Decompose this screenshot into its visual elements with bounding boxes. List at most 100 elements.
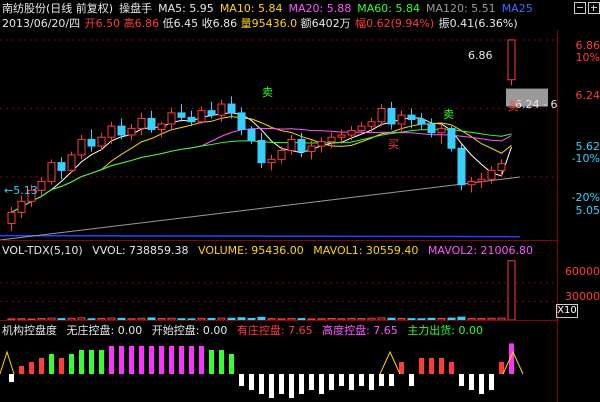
volume-panel-divider	[0, 320, 557, 321]
candle-body	[107, 125, 116, 138]
candle-body	[67, 154, 76, 171]
volume-bar	[237, 317, 246, 320]
mavol2-value: MAVOL2: 21006.80	[427, 244, 534, 257]
price-panel-divider	[0, 240, 557, 241]
volume-bar	[17, 318, 26, 320]
indicator-title: 机构控盘度	[2, 324, 57, 337]
candle-body	[77, 138, 86, 156]
candle-body	[357, 125, 366, 132]
stock-name[interactable]: 南纺股份(日线 前复权)	[2, 2, 113, 15]
volume-bar	[117, 317, 126, 320]
axis-pct-1: 10%	[575, 51, 600, 64]
indicator-bar	[139, 346, 144, 374]
buy-signal-1: 买	[388, 138, 399, 151]
candle-body	[207, 110, 216, 116]
indicator-bar	[99, 350, 104, 374]
indicator-bar	[399, 362, 404, 374]
low-value: 低6.45	[162, 17, 199, 30]
candle-body	[327, 136, 336, 143]
indicator-bar	[469, 374, 474, 390]
candle-body	[387, 107, 396, 125]
x10-button[interactable]: X10	[556, 304, 578, 318]
indicator-bar	[249, 374, 254, 390]
indicator-bar	[359, 374, 364, 386]
indicator-chart[interactable]	[0, 338, 557, 402]
indicator-bar	[419, 358, 424, 374]
vvol-value: VVOL: 738859.38	[92, 244, 189, 257]
indicator-bar	[109, 346, 114, 374]
candle-body	[427, 123, 436, 134]
volume-bar	[187, 318, 196, 320]
indicator-bar	[229, 354, 234, 374]
indicator-bar	[269, 374, 274, 398]
indicator-bar	[369, 374, 374, 390]
volume-bar	[407, 318, 416, 320]
volume-bar	[147, 317, 156, 320]
candle-body	[7, 211, 16, 224]
last-price-label: 6.86	[468, 49, 493, 62]
indicator-bar	[59, 358, 64, 374]
date-label: 2013/06/20/四	[2, 17, 81, 30]
candle-body	[397, 114, 406, 125]
candle-body	[117, 125, 126, 136]
start-control-value: 开始控盘: 0.00	[151, 324, 228, 337]
high-value: 高6.86	[123, 17, 160, 30]
indicator-bar	[149, 346, 154, 374]
candle-body	[177, 112, 186, 118]
candle-body	[147, 117, 156, 130]
volume-bar	[87, 318, 96, 320]
indicator-bar	[199, 346, 204, 374]
plus-icon[interactable]	[588, 2, 600, 14]
volume-bar	[67, 317, 76, 320]
candle-body	[127, 127, 136, 136]
volume-bar	[427, 317, 436, 320]
minus-icon[interactable]	[574, 2, 586, 14]
ma250-line	[0, 234, 521, 238]
volume-bar	[27, 318, 36, 320]
indicator-bar	[39, 358, 44, 374]
tool-name: 操盘手	[119, 2, 153, 15]
candle-body	[57, 162, 66, 171]
indicator-bar	[279, 374, 284, 394]
volume-bar	[507, 260, 516, 320]
axis-price-5: 5.05	[575, 204, 600, 217]
volume-bar	[297, 318, 306, 320]
volume-bar	[387, 317, 396, 320]
candle-body	[47, 162, 56, 182]
ma20-value: MA20: 5.88	[288, 2, 352, 15]
candle-body	[437, 127, 446, 134]
volume-bar	[397, 317, 406, 320]
volume-bar	[487, 317, 496, 320]
right-value-label: 6.24 - 6	[515, 98, 558, 111]
indicator-bar	[319, 374, 324, 394]
candle-body	[87, 138, 96, 147]
volume-bar	[157, 318, 166, 320]
ma5-value: MA5: 5.95	[158, 2, 214, 15]
volume-bar	[57, 318, 66, 320]
close-value: 收6.86	[201, 17, 238, 30]
volume-chart[interactable]	[0, 258, 557, 320]
candle-body	[297, 138, 306, 153]
volume-bar	[227, 317, 236, 320]
amplitude-value: 振0.41(6.36%)	[438, 17, 518, 30]
indicator-bar	[219, 350, 224, 374]
candle-body	[97, 136, 106, 147]
volume-label: VOLUME: 95436.00	[198, 244, 304, 257]
volume-legend: VOL-TDX(5,10) VVOL: 738859.38 VOLUME: 95…	[2, 244, 539, 257]
indicator-bar	[379, 374, 384, 386]
indicator-bar	[79, 350, 84, 374]
candle-body	[247, 128, 256, 142]
volume-bar	[357, 318, 366, 320]
volume-bar	[137, 317, 146, 320]
indicator-bar	[429, 358, 434, 374]
indicator-bar	[309, 374, 314, 390]
indicator-bar	[479, 374, 484, 394]
axis-pct-3: -10%	[571, 152, 600, 165]
open-value: 开6.50	[84, 17, 121, 30]
volume-bar	[447, 317, 456, 320]
candle-body	[477, 178, 486, 182]
volume-bar	[287, 317, 296, 320]
volume-bar	[467, 317, 476, 320]
header-row-1: 南纺股份(日线 前复权) 操盘手 MA5: 5.95 MA10: 5.84 MA20: …	[2, 2, 539, 15]
candle-body	[347, 130, 356, 136]
